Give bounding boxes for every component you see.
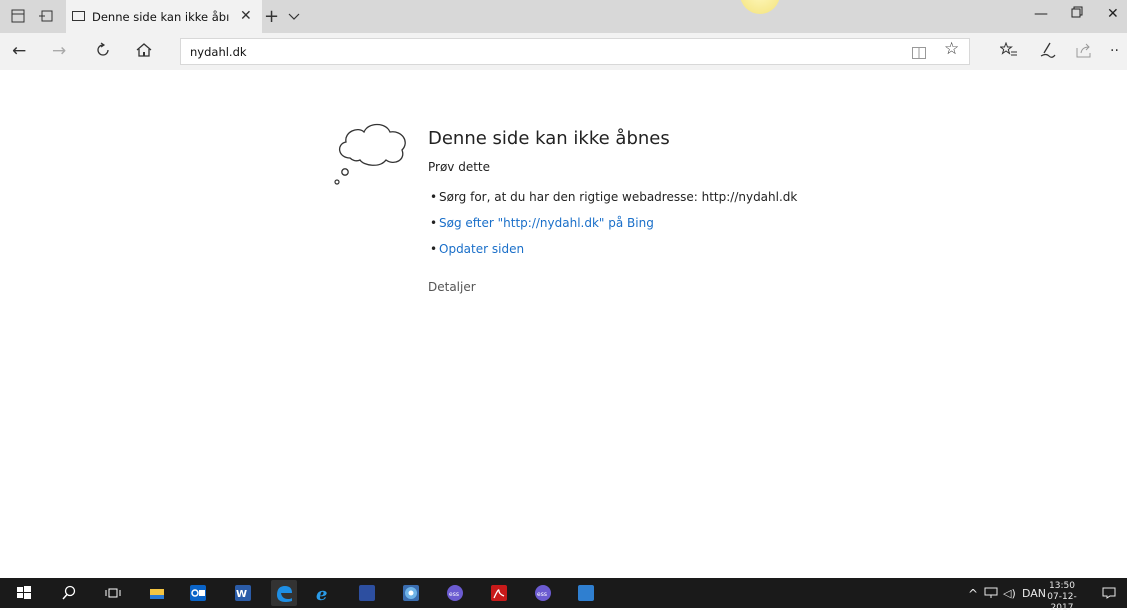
navigation-bar: ← → nydahl.dk ☆ ·· bbox=[0, 33, 1127, 70]
chevron-up-icon[interactable]: ^ bbox=[968, 587, 978, 601]
edge-icon[interactable] bbox=[271, 580, 297, 606]
address-bar[interactable]: nydahl.dk bbox=[180, 38, 970, 65]
favorite-star-icon[interactable]: ☆ bbox=[944, 39, 959, 59]
url-text[interactable]: nydahl.dk bbox=[190, 45, 247, 59]
window-close-icon[interactable]: ✕ bbox=[1107, 6, 1119, 22]
windows-start-icon[interactable] bbox=[16, 585, 32, 601]
tab-preview-icon[interactable] bbox=[11, 9, 25, 23]
svg-text:W: W bbox=[236, 589, 247, 600]
page-title: Denne side kan ikke åbnes bbox=[428, 128, 670, 149]
home-icon[interactable] bbox=[136, 42, 152, 62]
app-icon[interactable] bbox=[578, 585, 594, 601]
clock-date: 07-12-2017 bbox=[1047, 592, 1077, 613]
action-center-icon[interactable] bbox=[1102, 587, 1116, 602]
tab-bar: Denne side kan ikke åbı ✕ + — ✕ bbox=[0, 0, 1127, 33]
list-item: • Opdater siden bbox=[430, 242, 525, 256]
set-tabs-aside-icon[interactable] bbox=[39, 9, 53, 23]
clock-time: 13:50 bbox=[1049, 581, 1075, 591]
list-item: • Søg efter "http://nydahl.dk" på Bing bbox=[430, 216, 654, 230]
refresh-icon[interactable] bbox=[95, 42, 111, 62]
task-view-icon[interactable] bbox=[105, 585, 121, 601]
reading-view-icon[interactable] bbox=[912, 44, 926, 59]
refresh-page-link[interactable]: Opdater siden bbox=[439, 242, 524, 256]
search-icon[interactable] bbox=[61, 585, 77, 601]
svg-text:ess: ess bbox=[537, 591, 547, 598]
suggestion-text: Sørg for, at du har den rigtige webadres… bbox=[439, 190, 798, 204]
subheading: Prøv dette bbox=[428, 160, 491, 174]
word-icon[interactable]: W bbox=[235, 585, 251, 601]
favorites-list-icon[interactable] bbox=[999, 41, 1018, 62]
ess-icon[interactable]: ess bbox=[535, 585, 551, 601]
internet-explorer-icon[interactable]: e bbox=[316, 584, 332, 605]
forward-icon[interactable]: → bbox=[52, 42, 66, 60]
ess-icon[interactable]: ess bbox=[447, 585, 463, 601]
restore-icon[interactable] bbox=[1071, 6, 1083, 22]
acrobat-icon[interactable] bbox=[491, 585, 507, 601]
close-icon[interactable]: ✕ bbox=[240, 8, 252, 24]
outlook-icon[interactable] bbox=[190, 585, 206, 601]
chevron-down-icon[interactable] bbox=[288, 7, 300, 20]
file-explorer-icon[interactable] bbox=[149, 585, 165, 601]
app-icon[interactable] bbox=[359, 585, 375, 601]
back-icon[interactable]: ← bbox=[12, 42, 26, 60]
tab-title: Denne side kan ikke åbı bbox=[92, 10, 230, 24]
suggestion-list: • Sørg for, at du har den rigtige webadre… bbox=[430, 190, 797, 268]
cloud-icon bbox=[334, 123, 406, 185]
list-item: • Sørg for, at du har den rigtige webadre… bbox=[430, 190, 798, 204]
page-icon bbox=[72, 11, 85, 21]
svg-text:e: e bbox=[316, 585, 327, 601]
search-bing-link[interactable]: Søg efter "http://nydahl.dk" på Bing bbox=[439, 216, 654, 230]
share-icon[interactable] bbox=[1076, 42, 1092, 62]
pen-icon[interactable] bbox=[1040, 42, 1056, 62]
new-tab-icon[interactable]: + bbox=[264, 6, 279, 27]
background-sun-graphic bbox=[740, 0, 780, 14]
chrome-icon[interactable] bbox=[403, 585, 419, 601]
volume-icon[interactable]: ◁) bbox=[1003, 587, 1016, 600]
details-toggle[interactable]: Detaljer bbox=[428, 280, 476, 294]
network-icon[interactable] bbox=[984, 587, 998, 602]
clock[interactable]: 13:50 07-12-2017 bbox=[1040, 581, 1084, 614]
active-tab[interactable]: Denne side kan ikke åbı ✕ bbox=[66, 0, 262, 33]
svg-text:ess: ess bbox=[449, 591, 459, 598]
taskbar: W e ess ess ^ ◁) DAN 13:50 07-12-2017 bbox=[0, 578, 1127, 613]
more-icon[interactable]: ·· bbox=[1110, 42, 1119, 60]
minimize-icon[interactable]: — bbox=[1034, 6, 1048, 22]
